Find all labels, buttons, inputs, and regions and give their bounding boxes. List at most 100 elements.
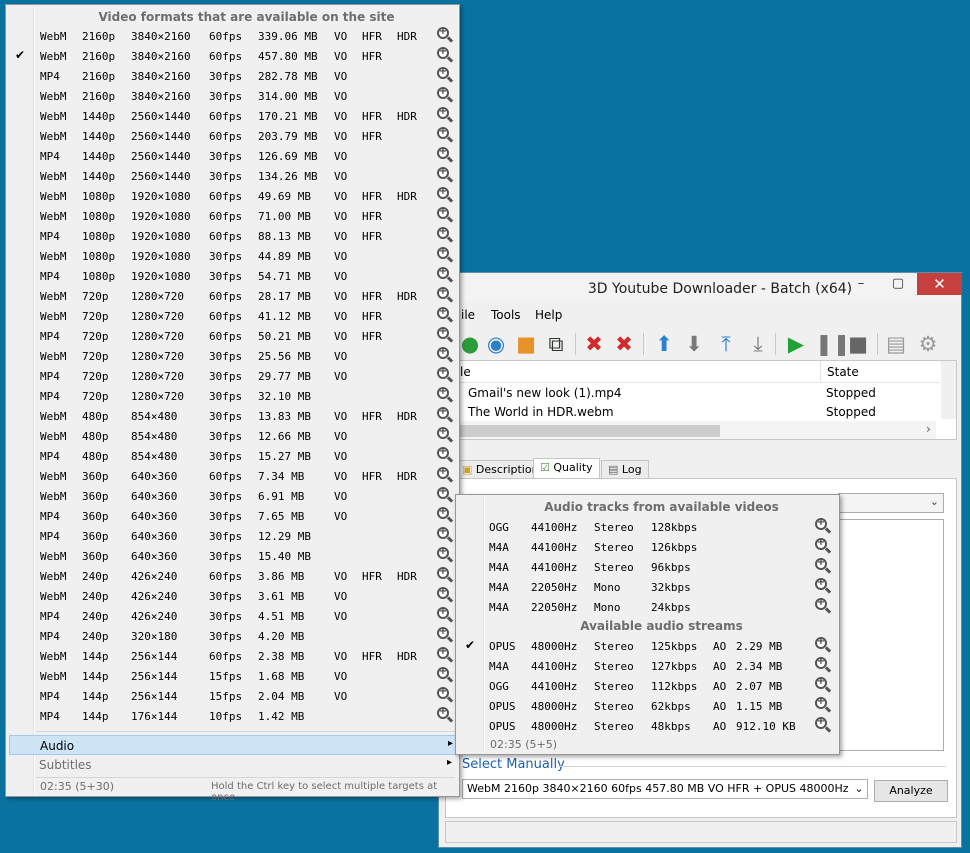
quality-dropdown[interactable]: ⌄ (838, 493, 944, 513)
audio-stream-row[interactable]: OGG 44100Hz Stereo 112kbps AO 2.07 MB + (456, 676, 839, 696)
zoom-icon[interactable]: + (437, 466, 454, 483)
zoom-icon[interactable]: + (437, 86, 454, 103)
video-format-row[interactable]: MP4 360p 640×360 30fps 7.65 MB VO + (6, 506, 457, 526)
video-format-row[interactable]: MP4 720p 1280×720 30fps 29.77 MB VO + (6, 366, 457, 386)
video-format-row[interactable]: WebM 360p 640×360 60fps 7.34 MB VO HFR HDR + (6, 466, 457, 486)
row-file-name[interactable]: Gmail's new look (1).mp4 (468, 384, 622, 403)
zoom-icon[interactable]: + (437, 586, 454, 603)
zoom-icon[interactable]: + (815, 537, 832, 554)
console-icon[interactable]: ▤ (883, 331, 909, 357)
zoom-icon[interactable]: + (437, 186, 454, 203)
menu-tools[interactable]: Tools (491, 308, 521, 322)
zoom-icon[interactable]: + (437, 706, 454, 723)
video-format-row[interactable]: MP4 720p 1280×720 60fps 50.21 MB VO HFR + (6, 326, 457, 346)
list-vertical-scrollbar[interactable] (941, 361, 956, 419)
close-button[interactable]: ✕ (917, 273, 962, 295)
column-header-state[interactable]: State (820, 361, 940, 383)
tab-description[interactable]: ▣ Description (455, 460, 546, 479)
zoom-icon[interactable]: + (437, 506, 454, 523)
zoom-icon[interactable]: + (437, 226, 454, 243)
zoom-icon[interactable]: + (437, 646, 454, 663)
zoom-icon[interactable]: + (815, 557, 832, 574)
video-format-row[interactable]: WebM 720p 1280×720 30fps 25.56 MB VO + (6, 346, 457, 366)
zoom-icon[interactable]: + (815, 517, 832, 534)
video-format-row[interactable]: WebM 240p 426×240 30fps 3.61 MB VO + (6, 586, 457, 606)
audio-track-row[interactable]: M4A 22050Hz Mono 24kbps + (456, 597, 839, 617)
zoom-icon[interactable]: + (437, 406, 454, 423)
analyze-button[interactable]: Analyze (874, 780, 948, 802)
audio-track-row[interactable]: M4A 22050Hz Mono 32kbps + (456, 577, 839, 597)
zoom-icon[interactable]: + (437, 346, 454, 363)
quality-list-box[interactable] (838, 519, 944, 751)
zoom-icon[interactable]: + (437, 266, 454, 283)
start-icon[interactable]: ▶ (783, 331, 809, 357)
maximize-button[interactable]: ▢ (883, 273, 913, 295)
move-down-icon[interactable]: ⬇ (681, 331, 707, 357)
zoom-icon[interactable]: + (815, 597, 832, 614)
zoom-icon[interactable]: + (437, 606, 454, 623)
video-format-row[interactable]: MP4 1080p 1920×1080 30fps 54.71 MB VO + (6, 266, 457, 286)
menu-file[interactable]: ile (461, 308, 475, 322)
zoom-icon[interactable]: + (815, 656, 832, 673)
video-format-row[interactable]: ✔ WebM 2160p 3840×2160 60fps 457.80 MB VO HFR + (6, 46, 457, 66)
delete-checked-icon[interactable]: ✖ (611, 331, 637, 357)
minimize-button[interactable]: – (846, 273, 876, 295)
stop-icon[interactable]: ■ (845, 331, 871, 357)
audio-submenu-item[interactable]: Audio ▸ (9, 735, 457, 755)
video-format-row[interactable]: MP4 144p 176×144 10fps 1.42 MB + (6, 706, 457, 726)
zoom-icon[interactable]: + (815, 716, 832, 733)
zoom-icon[interactable]: + (437, 26, 454, 43)
zoom-icon[interactable]: + (815, 577, 832, 594)
audio-stream-row[interactable]: M4A 44100Hz Stereo 127kbps AO 2.34 MB + (456, 656, 839, 676)
audio-track-row[interactable]: M4A 44100Hz Stereo 126kbps + (456, 537, 839, 557)
audio-track-row[interactable]: M4A 44100Hz Stereo 96kbps + (456, 557, 839, 577)
zoom-icon[interactable]: + (437, 386, 454, 403)
delete-icon[interactable]: ✖ (581, 331, 607, 357)
add-multiple-icon[interactable]: ◉ (483, 331, 509, 357)
move-bottom-icon[interactable]: ⤓ (745, 331, 771, 357)
audio-track-row[interactable]: OGG 44100Hz Stereo 128kbps + (456, 517, 839, 537)
move-up-icon[interactable]: ⬆ (651, 331, 677, 357)
tab-quality[interactable]: ☑ Quality (533, 458, 600, 480)
zoom-icon[interactable]: + (437, 486, 454, 503)
zoom-icon[interactable]: + (437, 46, 454, 63)
zoom-icon[interactable]: + (437, 426, 454, 443)
list-horizontal-scrollbar[interactable]: › (446, 421, 936, 439)
scroll-right-icon[interactable]: › (926, 422, 931, 436)
zoom-icon[interactable]: + (437, 686, 454, 703)
audio-stream-row[interactable]: OPUS 48000Hz Stereo 62kbps AO 1.15 MB + (456, 696, 839, 716)
column-header-file[interactable]: le (446, 361, 818, 383)
zoom-icon[interactable]: + (437, 66, 454, 83)
zoom-icon[interactable]: + (815, 636, 832, 653)
pause-icon[interactable]: ❚❚ (815, 331, 850, 357)
zoom-icon[interactable]: + (437, 446, 454, 463)
audio-stream-row[interactable]: ✔ OPUS 48000Hz Stereo 125kbps AO 2.29 MB + (456, 636, 839, 656)
zoom-icon[interactable]: + (815, 676, 832, 693)
video-format-row[interactable]: MP4 1080p 1920×1080 60fps 88.13 MB VO HFR + (6, 226, 457, 246)
video-format-row[interactable]: WebM 1080p 1920×1080 30fps 44.89 MB VO + (6, 246, 457, 266)
zoom-icon[interactable]: + (437, 166, 454, 183)
zoom-icon[interactable]: + (437, 286, 454, 303)
zoom-icon[interactable]: + (437, 106, 454, 123)
menu-help[interactable]: Help (535, 308, 562, 322)
row-file-name[interactable]: The World in HDR.webm (468, 403, 614, 422)
zoom-icon[interactable]: + (437, 566, 454, 583)
video-format-row[interactable]: WebM 2160p 3840×2160 60fps 339.06 MB VO HFR HDR… (6, 26, 457, 46)
video-format-row[interactable]: WebM 720p 1280×720 60fps 41.12 MB VO HFR + (6, 306, 457, 326)
video-format-row[interactable]: MP4 480p 854×480 30fps 15.27 MB VO + (6, 446, 457, 466)
zoom-icon[interactable]: + (437, 626, 454, 643)
subtitles-submenu-item[interactable]: Subtitles ▸ (9, 755, 457, 775)
video-format-row[interactable]: WebM 720p 1280×720 60fps 28.17 MB VO HFR HDR + (6, 286, 457, 306)
zoom-icon[interactable]: + (437, 326, 454, 343)
video-format-row[interactable]: MP4 360p 640×360 30fps 12.29 MB + (6, 526, 457, 546)
add-globe-icon[interactable]: ● (457, 331, 483, 357)
zoom-icon[interactable]: + (815, 696, 832, 713)
zoom-icon[interactable]: + (437, 366, 454, 383)
find-binoculars-icon[interactable]: ⧉ (543, 331, 569, 357)
video-format-row[interactable]: MP4 144p 256×144 15fps 2.04 MB VO + (6, 686, 457, 706)
video-format-row[interactable]: WebM 360p 640×360 30fps 6.91 MB VO + (6, 486, 457, 506)
zoom-icon[interactable]: + (437, 126, 454, 143)
video-format-row[interactable]: WebM 360p 640×360 30fps 15.40 MB + (6, 546, 457, 566)
video-format-row[interactable]: MP4 2160p 3840×2160 30fps 282.78 MB VO + (6, 66, 457, 86)
settings-icon[interactable]: ⚙ (915, 331, 941, 357)
